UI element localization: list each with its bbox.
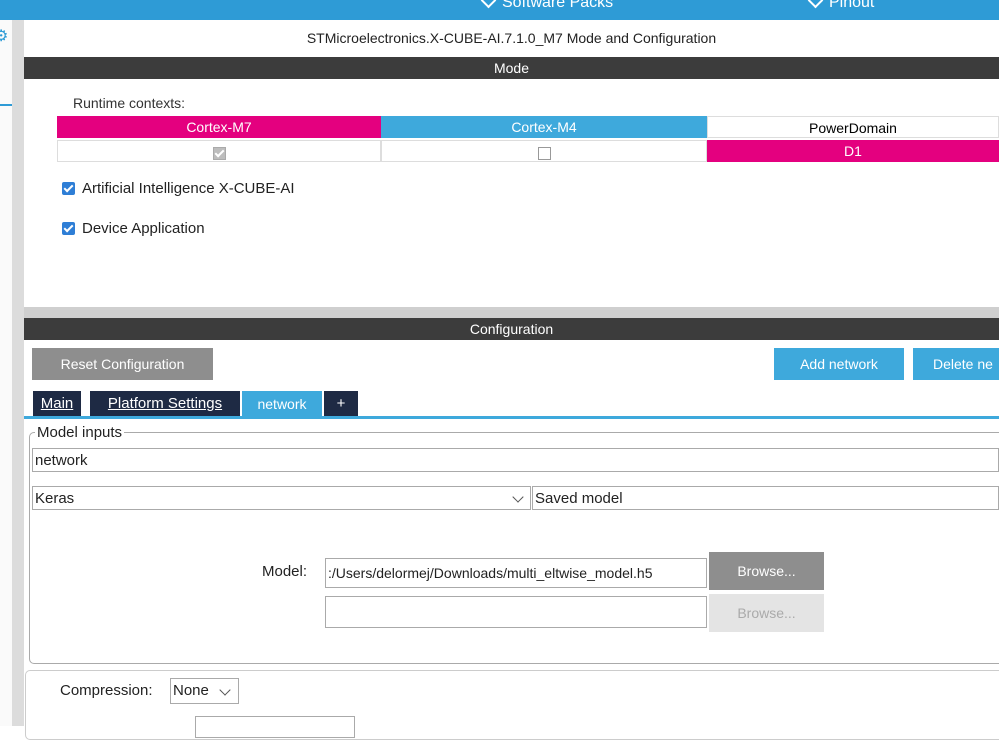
device-application-checkbox-row[interactable]: Device Application bbox=[62, 220, 205, 237]
software-packs-menu[interactable]: Software Packs bbox=[480, 0, 614, 12]
cortex-m4-cell bbox=[381, 140, 707, 162]
framework-value: Keras bbox=[35, 490, 75, 507]
model-inputs-legend: Model inputs bbox=[35, 424, 125, 441]
compression-select[interactable]: None bbox=[170, 678, 239, 704]
powerdomain-value-cell[interactable]: D1 bbox=[707, 140, 999, 162]
ai-xcube-checkbox-row[interactable]: Artificial Intelligence X-CUBE-AI bbox=[62, 180, 295, 197]
tab-network[interactable]: network bbox=[242, 391, 322, 417]
checkbox-checked[interactable] bbox=[62, 182, 75, 195]
cortex-m7-checkbox[interactable] bbox=[212, 146, 226, 160]
gear-icon[interactable]: ⚙ bbox=[0, 26, 8, 46]
second-path-input[interactable] bbox=[325, 596, 707, 628]
tab-platform-settings[interactable]: Platform Settings bbox=[90, 391, 240, 417]
validation-inputs-select[interactable] bbox=[195, 716, 355, 738]
reset-configuration-button[interactable]: Reset Configuration bbox=[32, 348, 213, 380]
mode-section-header: Mode bbox=[24, 57, 999, 79]
browse-button-disabled: Browse... bbox=[709, 594, 824, 632]
pinout-menu[interactable]: Pinout bbox=[807, 0, 875, 12]
cortex-m4-header: Cortex-M4 bbox=[381, 116, 707, 138]
software-packs-label: Software Packs bbox=[502, 0, 614, 11]
left-side-strip: ⚙ bbox=[0, 20, 12, 726]
model-path-input[interactable]: :/Users/delormej/Downloads/multi_eltwise… bbox=[325, 558, 707, 588]
panel-splitter[interactable] bbox=[24, 307, 999, 318]
tab-add[interactable]: + bbox=[324, 391, 358, 417]
page-title: STMicroelectronics.X-CUBE-AI.7.1.0_M7 Mo… bbox=[306, 30, 717, 46]
checkbox-checked[interactable] bbox=[62, 222, 75, 235]
browse-button[interactable]: Browse... bbox=[709, 552, 824, 590]
network-name-input[interactable]: network bbox=[32, 448, 999, 472]
powerdomain-header: PowerDomain bbox=[707, 116, 999, 138]
compression-value: None bbox=[173, 682, 209, 699]
model-label: Model: bbox=[262, 563, 308, 580]
model-type-select[interactable]: Saved model bbox=[532, 486, 999, 510]
chevron-down-icon bbox=[219, 684, 231, 696]
tab-main[interactable]: Main bbox=[33, 391, 81, 417]
tab-underline bbox=[24, 416, 999, 419]
chevron-down-icon bbox=[807, 0, 824, 8]
cortex-m4-checkbox[interactable] bbox=[537, 146, 551, 160]
framework-select[interactable]: Keras bbox=[32, 486, 531, 510]
compression-label: Compression: bbox=[60, 682, 153, 699]
cortex-m7-header: Cortex-M7 bbox=[57, 116, 381, 138]
ai-xcube-label: Artificial Intelligence X-CUBE-AI bbox=[82, 180, 295, 197]
add-network-button[interactable]: Add network bbox=[774, 348, 904, 380]
device-application-label: Device Application bbox=[82, 220, 205, 237]
selection-indicator bbox=[0, 104, 12, 106]
top-toolbar: Software Packs Pinout bbox=[0, 0, 999, 20]
delete-network-button[interactable]: Delete ne bbox=[913, 348, 999, 380]
pinout-label: Pinout bbox=[829, 0, 875, 11]
chevron-down-icon bbox=[480, 0, 497, 8]
configuration-section-header: Configuration bbox=[24, 318, 999, 340]
left-scroll-gutter bbox=[12, 20, 24, 726]
cortex-m7-cell bbox=[57, 140, 381, 162]
chevron-down-icon bbox=[512, 491, 524, 503]
runtime-contexts-label: Runtime contexts: bbox=[73, 95, 186, 111]
